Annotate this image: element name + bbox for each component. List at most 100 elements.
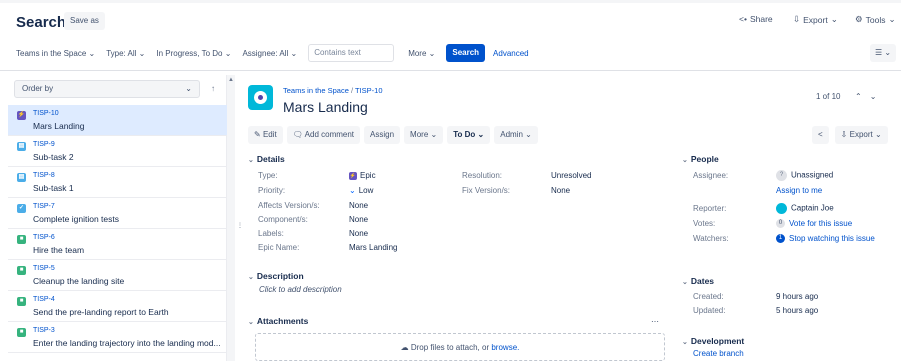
type-label: Type: xyxy=(258,171,278,180)
status-todo-button[interactable]: To Do ⌄ xyxy=(447,126,491,144)
resize-handle[interactable]: ⋮ xyxy=(237,222,243,232)
list-item[interactable]: ■ TISP-6 Hire the team xyxy=(8,229,227,260)
created-value: 9 hours ago xyxy=(776,292,819,301)
contains-text-input[interactable]: Contains text xyxy=(308,44,395,62)
epic-name-value: Mars Landing xyxy=(349,243,398,252)
chevron-down-icon: ⌄ xyxy=(888,14,896,24)
admin-button[interactable]: Admin ⌄ xyxy=(494,126,538,144)
filter-bar: Teams in the Space ⌄ Type: All ⌄ In Prog… xyxy=(16,44,529,62)
chevron-up-icon[interactable]: ⌃ xyxy=(855,92,870,101)
story-icon: ■ xyxy=(17,266,26,275)
issue-title: Mars Landing xyxy=(283,99,368,115)
issue-operations: ✎ Edit 🗨︎ Add comment Assign More ⌄ To D… xyxy=(248,126,538,144)
export-icon: ⇩ xyxy=(840,130,848,139)
issue-summary: Enter the landing trajectory into the la… xyxy=(33,338,221,348)
list-item[interactable]: ■ TISP-3 Enter the landing trajectory into… xyxy=(8,322,227,353)
issue-key: TISP-5 xyxy=(33,265,55,272)
more-button[interactable]: More ⌄ xyxy=(404,126,444,144)
attachment-dropzone[interactable]: ☁ Drop files to attach, or browse. xyxy=(255,333,665,361)
assignee-value: ? Unassigned xyxy=(776,170,833,181)
development-heading[interactable]: ⌄ Development xyxy=(682,336,744,346)
share-button[interactable]: <• Share xyxy=(739,14,773,24)
fix-version-label: Fix Version/s: xyxy=(462,186,511,195)
export-button[interactable]: ⇩ Export ⌄ xyxy=(793,14,838,25)
issue-summary: Cleanup the landing site xyxy=(33,276,125,286)
people-heading[interactable]: ⌄ People xyxy=(682,154,719,164)
issue-key: TISP-9 xyxy=(33,141,55,148)
share-issue-button[interactable]: < xyxy=(812,126,829,144)
epic-name-label: Epic Name: xyxy=(258,243,300,252)
save-as-button[interactable]: Save as xyxy=(64,12,105,30)
issue-list-panel: Order by ⌄ ↑ ⚡ TISP-10 Mars Landing ▤ TISP-9… xyxy=(8,75,227,361)
labels-label: Labels: xyxy=(258,229,284,238)
list-item[interactable]: ✓ TISP-7 Complete ignition tests xyxy=(8,198,227,229)
issue-key: TISP-10 xyxy=(33,110,59,117)
top-border xyxy=(0,0,901,3)
sort-direction-button[interactable]: ↑ xyxy=(204,80,222,98)
filter-type[interactable]: Type: All ⌄ xyxy=(106,49,145,58)
order-by-select[interactable]: Order by ⌄ xyxy=(14,80,200,98)
breadcrumb-project[interactable]: Teams in the Space xyxy=(283,86,349,95)
created-label: Created: xyxy=(693,292,724,301)
filter-status[interactable]: In Progress, To Do ⌄ xyxy=(156,49,231,58)
filter-more[interactable]: More ⌄ xyxy=(408,49,435,58)
browse-link[interactable]: browse. xyxy=(491,343,519,352)
edit-button[interactable]: ✎ Edit xyxy=(248,126,283,144)
component-value: None xyxy=(349,215,369,224)
priority-label: Priority: xyxy=(258,186,286,195)
priority-low-icon: ⌄ xyxy=(349,186,356,195)
subtask-icon: ▤ xyxy=(17,142,26,151)
labels-value: None xyxy=(349,229,369,238)
scroll-up-icon[interactable]: ▲ xyxy=(228,77,234,83)
breadcrumb-issue-key[interactable]: TISP-10 xyxy=(355,86,383,95)
scrollbar[interactable] xyxy=(227,75,235,361)
breadcrumb: Teams in the Space / TISP-10 xyxy=(283,86,383,95)
add-comment-button[interactable]: 🗨︎ Add comment xyxy=(286,126,361,144)
affects-label: Affects Version/s: xyxy=(258,201,320,210)
votes-value: 0 Vote for this issue xyxy=(776,219,852,229)
project-avatar xyxy=(248,85,273,110)
issue-summary: Sub-task 2 xyxy=(33,152,74,162)
stop-watching-link[interactable]: Stop watching this issue xyxy=(789,234,875,243)
create-branch-link[interactable]: Create branch xyxy=(693,349,744,358)
description-placeholder[interactable]: Click to add description xyxy=(259,285,342,294)
description-heading[interactable]: ⌄ Description xyxy=(248,271,304,281)
assign-to-me-link[interactable]: Assign to me xyxy=(776,186,822,195)
priority-value: ⌄ Low xyxy=(349,186,374,195)
chevron-down-icon: ⌄ xyxy=(248,157,254,164)
advanced-link[interactable]: Advanced xyxy=(493,49,529,58)
issue-key: TISP-8 xyxy=(33,172,55,179)
list-item[interactable]: ▤ TISP-8 Sub-task 1 xyxy=(8,167,227,198)
list-item[interactable]: ⚡ TISP-10 Mars Landing xyxy=(8,105,227,136)
more-options-icon[interactable]: ⋯ xyxy=(651,317,659,326)
attachments-heading[interactable]: ⌄ Attachments xyxy=(248,316,308,326)
vote-link[interactable]: Vote for this issue xyxy=(789,219,852,228)
issue-key: TISP-6 xyxy=(33,234,55,241)
filter-project[interactable]: Teams in the Space ⌄ xyxy=(16,49,95,58)
affects-value: None xyxy=(349,201,369,210)
details-heading[interactable]: ⌄ Details xyxy=(248,154,285,164)
chevron-down-icon[interactable]: ⌄ xyxy=(870,92,885,101)
list-item[interactable]: ▤ TISP-9 Sub-task 2 xyxy=(8,136,227,167)
chevron-down-icon: ⌄ xyxy=(248,274,254,281)
share-icon: < xyxy=(818,130,823,139)
filter-assignee[interactable]: Assignee: All ⌄ xyxy=(242,49,297,58)
tools-button[interactable]: ⚙ Tools ⌄ xyxy=(855,14,896,25)
search-button[interactable]: Search xyxy=(446,44,486,62)
updated-label: Updated: xyxy=(693,306,726,315)
dates-heading[interactable]: ⌄ Dates xyxy=(682,276,714,286)
list-item[interactable]: ■ TISP-4 Send the pre-landing report to Ea… xyxy=(8,291,227,322)
divider xyxy=(0,70,901,71)
chevron-down-icon: ⌄ xyxy=(682,157,688,164)
list-item[interactable]: ■ TISP-5 Cleanup the landing site xyxy=(8,260,227,291)
issue-key: TISP-7 xyxy=(33,203,55,210)
avatar xyxy=(776,203,787,214)
task-icon: ✓ xyxy=(17,204,26,213)
layout-switcher-button[interactable]: ☰ ⌄ xyxy=(870,44,896,62)
share-icon: <• xyxy=(739,14,747,24)
export-issue-button[interactable]: ⇩ Export ⌄ xyxy=(834,126,888,144)
assign-button[interactable]: Assign xyxy=(364,126,401,144)
cloud-upload-icon: ☁ xyxy=(400,343,409,352)
chevron-down-icon: ⌄ xyxy=(682,339,688,346)
watchers-value: 1 Stop watching this issue xyxy=(776,234,875,244)
